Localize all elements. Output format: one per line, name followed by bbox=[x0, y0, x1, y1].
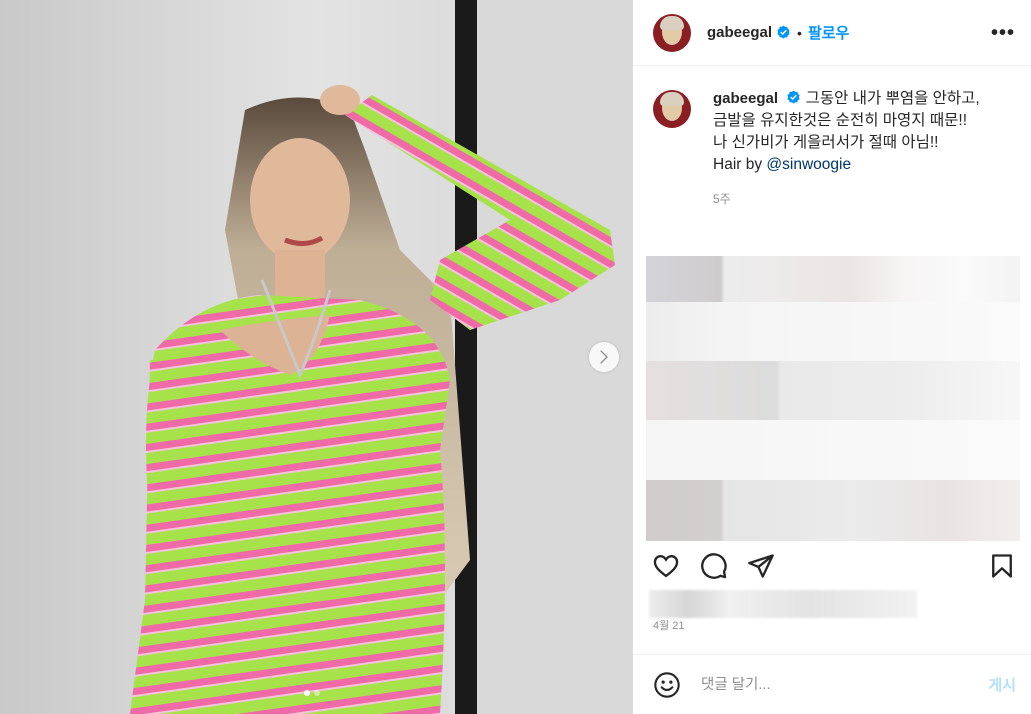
caption-username[interactable]: gabeegal bbox=[713, 90, 778, 107]
caption-hair-credit: Hair by bbox=[713, 156, 767, 173]
comment-bar: 게시 bbox=[633, 654, 1031, 714]
carousel-dot bbox=[314, 690, 320, 696]
mention-link[interactable]: @sinwoogie bbox=[766, 156, 851, 173]
verified-badge-icon bbox=[787, 90, 801, 104]
post-photo[interactable] bbox=[0, 0, 632, 714]
more-options-icon[interactable]: ••• bbox=[991, 23, 1015, 43]
post-actions bbox=[652, 552, 1015, 584]
caption-line-1: 그동안 내가 뿌염을 안하고, bbox=[805, 90, 980, 107]
next-photo-button[interactable] bbox=[589, 342, 619, 372]
author-avatar[interactable] bbox=[653, 13, 691, 52]
header-separator: • bbox=[797, 24, 802, 41]
carousel-indicator bbox=[304, 690, 320, 696]
caption: gabeegal 그동안 내가 뿌염을 안하고, 금발을 유지한것은 순전히 마… bbox=[633, 66, 1031, 210]
carousel-dot-active bbox=[304, 690, 310, 696]
photo-image bbox=[0, 0, 632, 714]
verified-badge-icon bbox=[777, 25, 790, 39]
follow-button[interactable]: 팔로우 bbox=[808, 22, 849, 43]
like-heart-icon[interactable] bbox=[652, 552, 680, 580]
post-header: gabeegal • 팔로우 ••• bbox=[633, 0, 1031, 66]
chevron-right-icon bbox=[599, 350, 609, 364]
share-send-icon[interactable] bbox=[747, 552, 775, 580]
blurred-comments bbox=[646, 256, 1020, 541]
author-username[interactable]: gabeegal bbox=[707, 24, 772, 41]
comment-input[interactable] bbox=[699, 675, 963, 694]
comment-icon[interactable] bbox=[700, 552, 728, 580]
post-side-panel: gabeegal • 팔로우 ••• gabeegal 그동안 내가 뿌염을 안… bbox=[632, 0, 1031, 714]
post-comment-button[interactable]: 게시 bbox=[988, 674, 1016, 695]
caption-time[interactable]: 5주 bbox=[713, 188, 993, 210]
likes-count-blurred bbox=[649, 590, 917, 618]
save-bookmark-icon[interactable] bbox=[988, 552, 1016, 580]
caption-line-2: 금발을 유지한것은 순전히 마영지 때문!! bbox=[713, 112, 967, 129]
emoji-icon[interactable] bbox=[653, 671, 681, 699]
caption-line-3: 나 신가비가 게을러서가 절때 아님!! bbox=[713, 134, 939, 151]
post-date[interactable]: 4월 21 bbox=[653, 617, 685, 633]
caption-avatar[interactable] bbox=[653, 90, 691, 128]
caption-body: gabeegal 그동안 내가 뿌염을 안하고, 금발을 유지한것은 순전히 마… bbox=[713, 88, 993, 210]
